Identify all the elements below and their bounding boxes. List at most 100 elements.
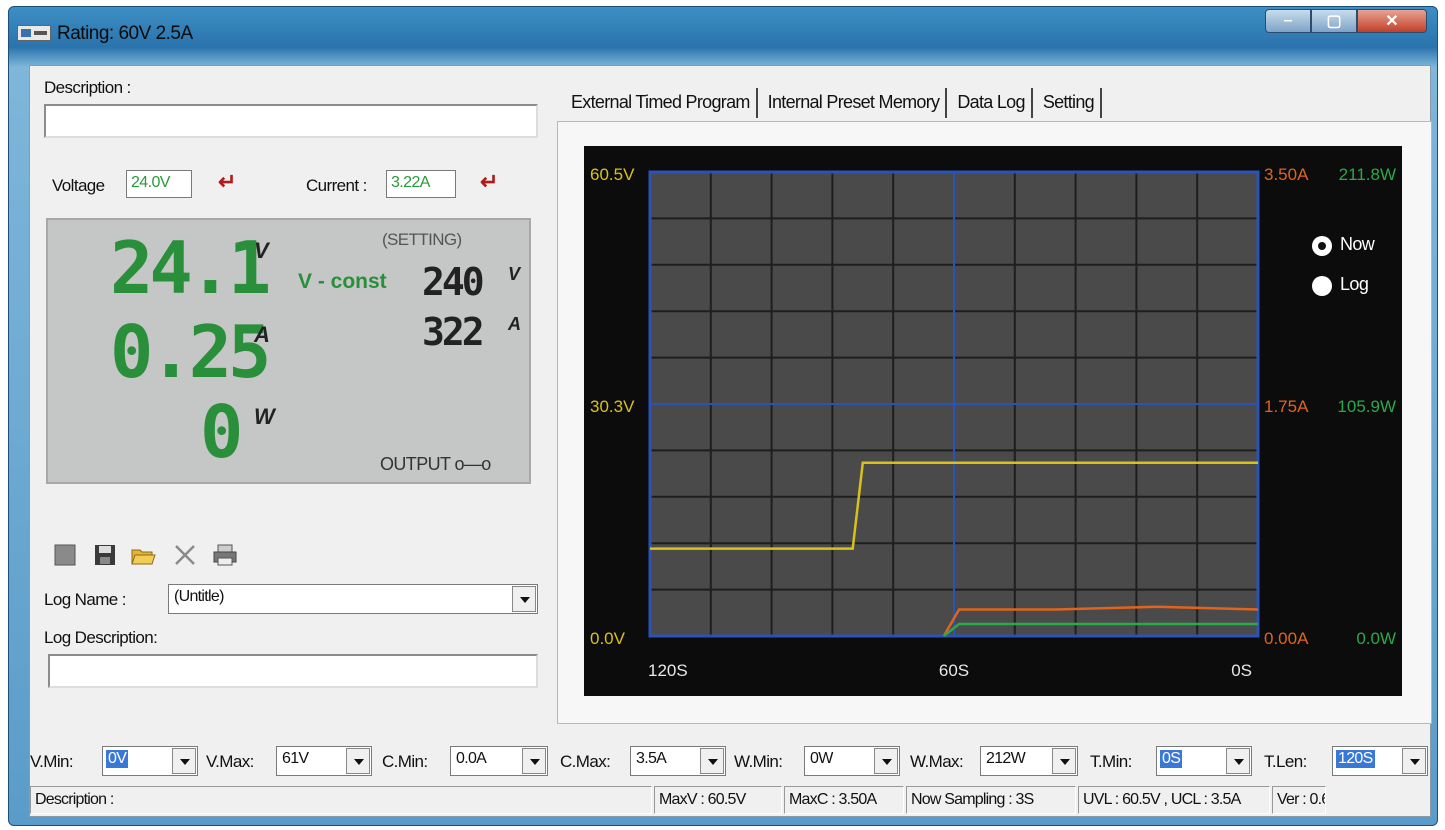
chevron-down-icon[interactable] xyxy=(346,748,370,774)
voltage-input[interactable]: 24.0V xyxy=(126,170,192,198)
stop-icon[interactable] xyxy=(52,542,78,568)
chevron-down-icon[interactable] xyxy=(172,748,196,774)
log-name-label: Log Name : xyxy=(44,590,126,609)
output-status: OUTPUT o—o xyxy=(380,454,491,474)
window-title: Rating: 60V 2.5A xyxy=(57,23,193,44)
range-controls: V.Min: 0V V.Max: 61V C.Min: 0.0A C.Max: 3.5A W.M… xyxy=(30,742,1430,776)
tab-internal-preset-memory[interactable]: Internal Preset Memory xyxy=(762,88,948,118)
status-limits: UVL : 60.5V , UCL : 3.5A xyxy=(1078,786,1270,814)
range-label: W.Max: xyxy=(910,752,964,771)
range-select[interactable]: 0.0A xyxy=(450,746,548,776)
range-value: 0V xyxy=(106,750,129,768)
y-tick-label-current: 3.50A xyxy=(1264,165,1309,184)
current-enter-icon[interactable]: ↵ xyxy=(480,171,506,193)
client-area: Description : Voltage 24.0V ↵ Current : … xyxy=(29,65,1432,817)
chevron-down-icon[interactable] xyxy=(700,748,724,774)
range-select[interactable]: 0S xyxy=(1156,746,1252,776)
range-label: C.Min: xyxy=(382,752,428,771)
status-sampling: Now Sampling : 3S xyxy=(906,786,1076,814)
range-label: T.Len: xyxy=(1264,752,1307,771)
set-voltage-readout: 240 xyxy=(422,260,485,304)
description-label: Description : xyxy=(44,78,131,97)
range-select[interactable]: 120S xyxy=(1332,746,1428,776)
current-readout: 0.25 xyxy=(110,310,271,394)
range-value: 0S xyxy=(1160,750,1183,768)
range-label: V.Max: xyxy=(206,752,254,771)
chevron-down-icon[interactable] xyxy=(874,748,898,774)
range-value: 61V xyxy=(282,750,309,767)
set-current-unit: A xyxy=(508,314,521,334)
delete-icon[interactable] xyxy=(172,542,198,568)
lcd-display: 24.1 V 0.25 A 0 W (SETTING) V - const 24… xyxy=(46,218,531,484)
close-button[interactable]: ✕ xyxy=(1357,9,1427,33)
range-select[interactable]: 0W xyxy=(804,746,900,776)
y-tick-label-current: 1.75A xyxy=(1264,397,1309,416)
status-bar: Description : MaxV : 60.5V MaxC : 3.50A Now… xyxy=(30,786,1430,816)
print-icon[interactable] xyxy=(212,542,238,568)
now-radio-label: Now xyxy=(1340,234,1375,254)
tab-data-log[interactable]: Data Log xyxy=(951,88,1033,118)
range-value: 3.5A xyxy=(636,750,667,767)
range-label: C.Max: xyxy=(560,752,611,771)
app-icon xyxy=(17,25,51,41)
voltage-unit: V xyxy=(254,238,269,263)
status-version: Ver : 0.6 xyxy=(1272,786,1326,814)
chevron-down-icon[interactable] xyxy=(522,748,546,774)
tab-setting[interactable]: Setting xyxy=(1037,88,1102,118)
status-maxv: MaxV : 60.5V xyxy=(654,786,782,814)
maximize-icon: ▢ xyxy=(1326,13,1342,30)
setting-label: (SETTING) xyxy=(382,230,462,249)
close-icon: ✕ xyxy=(1385,13,1399,30)
description-input[interactable] xyxy=(44,104,538,138)
y-tick-label-voltage: 60.5V xyxy=(590,165,635,184)
range-label: T.Min: xyxy=(1090,752,1132,771)
voltage-readout: 24.1 xyxy=(110,226,271,310)
voltage-enter-icon[interactable]: ↵ xyxy=(218,171,244,193)
maximize-button[interactable]: ▢ xyxy=(1311,9,1357,33)
current-label: Current : xyxy=(306,176,367,195)
y-tick-label-power: 105.9W xyxy=(1337,397,1396,416)
status-maxc: MaxC : 3.50A xyxy=(784,786,904,814)
set-current-readout: 322 xyxy=(422,310,485,354)
log-name-select[interactable]: (Untitle) xyxy=(168,584,538,614)
range-select[interactable]: 3.5A xyxy=(630,746,726,776)
tab-strip: External Timed Program Internal Preset M… xyxy=(565,88,1106,118)
current-input[interactable]: 3.22A xyxy=(386,170,456,198)
y-tick-label-current: 0.00A xyxy=(1264,629,1309,648)
power-readout: 0 xyxy=(200,390,243,474)
range-value: 212W xyxy=(986,750,1026,767)
tab-external-timed-program[interactable]: External Timed Program xyxy=(565,88,758,118)
x-tick-label: 120S xyxy=(648,661,688,680)
range-select[interactable]: 61V xyxy=(276,746,372,776)
x-tick-label: 0S xyxy=(1231,661,1252,680)
save-icon[interactable] xyxy=(92,542,118,568)
minimize-icon: – xyxy=(1283,12,1293,29)
y-tick-label-power: 0.0W xyxy=(1356,629,1396,648)
range-select[interactable]: 0V xyxy=(102,746,198,776)
log-radio-label: Log xyxy=(1340,274,1369,294)
mode-label: V - const xyxy=(298,270,387,293)
open-folder-icon[interactable] xyxy=(130,542,156,568)
chevron-down-icon[interactable] xyxy=(1052,748,1076,774)
power-unit: W xyxy=(254,404,275,429)
y-tick-label-power: 211.8W xyxy=(1339,165,1396,184)
chevron-down-icon[interactable] xyxy=(512,586,536,612)
x-tick-label: 60S xyxy=(939,661,969,680)
minimize-button[interactable]: – xyxy=(1265,9,1311,33)
chevron-down-icon[interactable] xyxy=(1402,748,1426,774)
chart-svg: 60.5V 30.3V 0.0V 3.50A 1.75A 0.00A 211.8W 105.9… xyxy=(590,165,1396,680)
app-window: Rating: 60V 2.5A – ▢ ✕ Description : Vol… xyxy=(8,6,1438,826)
range-value: 0W xyxy=(810,750,833,767)
now-radio[interactable] xyxy=(1312,236,1332,256)
range-value: 120S xyxy=(1336,750,1375,768)
log-radio[interactable] xyxy=(1312,276,1332,296)
y-tick-label-voltage: 0.0V xyxy=(590,629,626,648)
log-description-input[interactable] xyxy=(48,654,538,688)
range-select[interactable]: 212W xyxy=(980,746,1078,776)
log-name-value: (Untitle) xyxy=(174,588,224,605)
y-tick-label-voltage: 30.3V xyxy=(590,397,635,416)
window-controls: – ▢ ✕ xyxy=(1265,9,1427,33)
range-label: V.Min: xyxy=(30,752,74,771)
title-bar[interactable]: Rating: 60V 2.5A – ▢ ✕ xyxy=(9,7,1437,57)
chevron-down-icon[interactable] xyxy=(1226,748,1250,774)
